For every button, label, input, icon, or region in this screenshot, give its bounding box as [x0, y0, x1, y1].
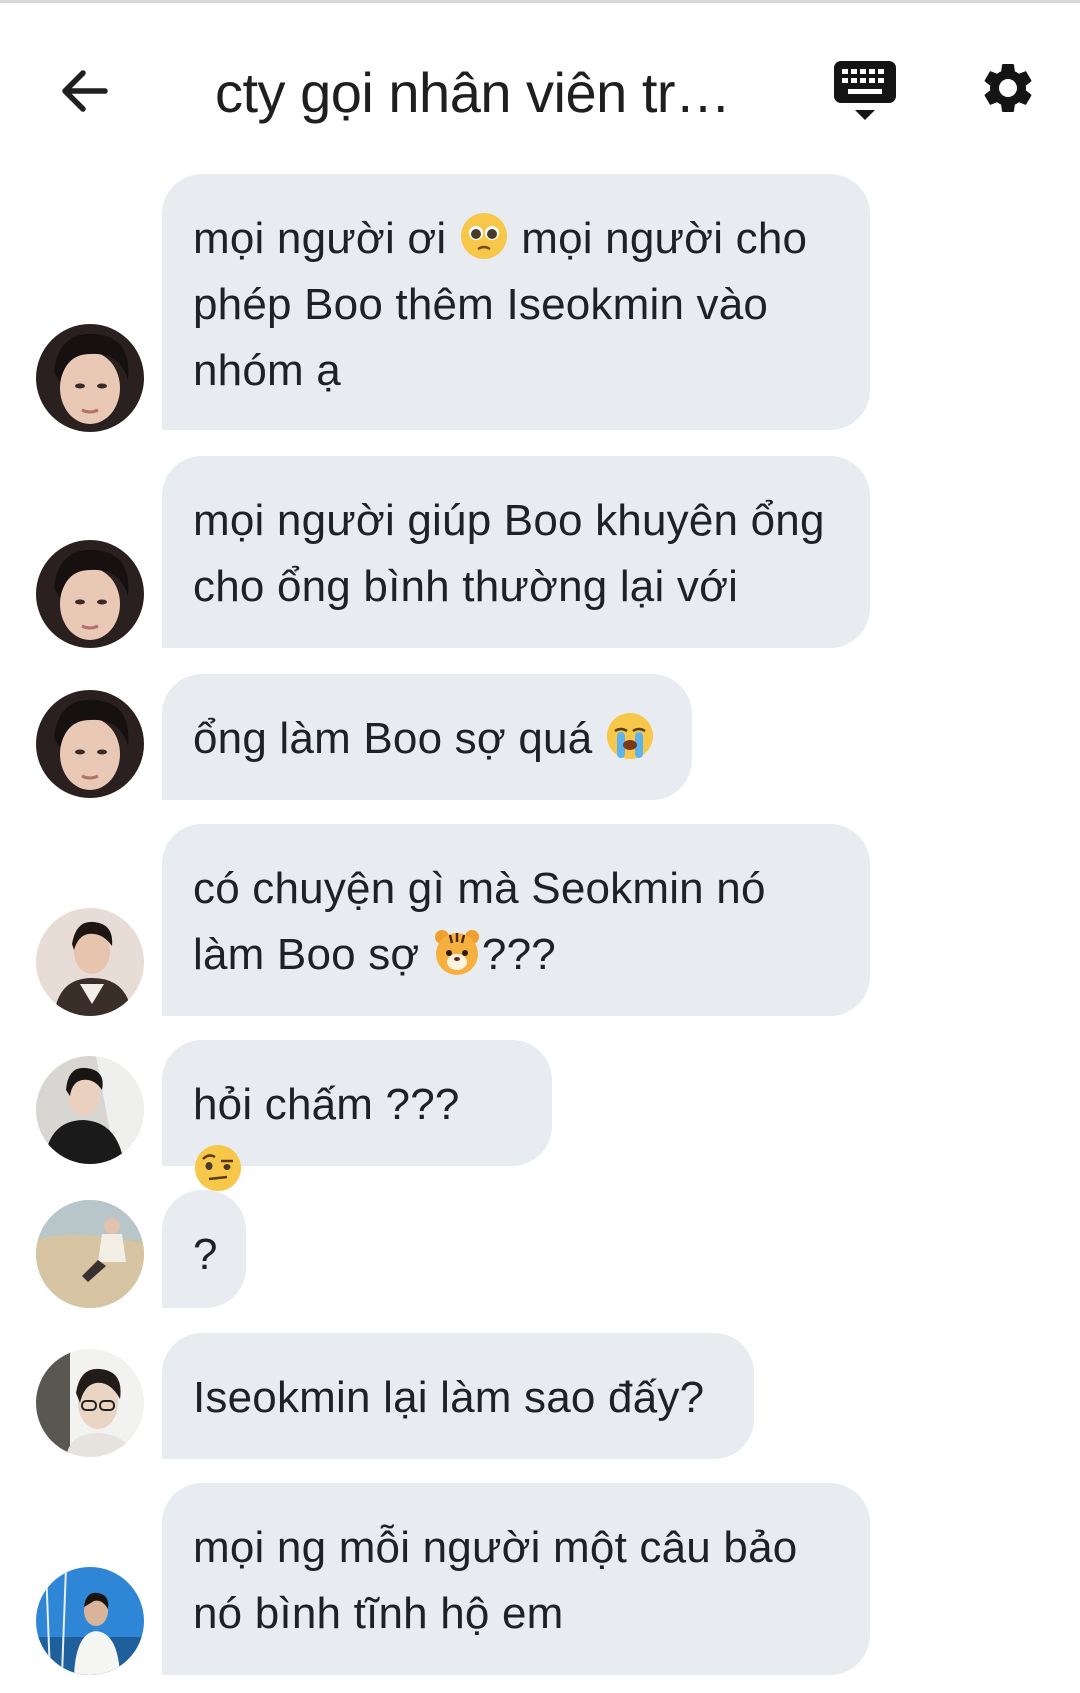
message-text: mọi người giúp Boo khuyên ổng cho ổng bì…	[193, 496, 825, 611]
gear-icon	[984, 63, 1032, 112]
avatar-f-image	[36, 1567, 144, 1675]
pleading-face-emoji	[460, 213, 507, 259]
message-bubble[interactable]: mọi ng mỗi người một câu bảo nó bình tĩn…	[162, 1483, 870, 1675]
avatar-c-image	[36, 1056, 144, 1164]
tiger-face-emoji	[434, 930, 479, 975]
avatar-a-image	[36, 324, 144, 432]
message-bubble[interactable]: hỏi chấm ???	[162, 1040, 552, 1191]
message-text: ổng làm Boo sợ quá	[193, 714, 605, 763]
avatar[interactable]	[36, 324, 144, 432]
face-with-raised-eyebrow-emoji	[195, 1145, 241, 1191]
avatar-a-image	[36, 690, 144, 798]
message-bubble[interactable]: có chuyện gì mà Seokmin nó làm Boo sợ ??…	[162, 824, 870, 1016]
chat-header: cty gọi nhân viên trả…	[0, 3, 1080, 163]
keyboard-icon	[834, 61, 896, 120]
message-bubble[interactable]: Iseokmin lại làm sao đấy?	[162, 1333, 754, 1459]
message-text: ???	[481, 930, 556, 979]
arrow-left-icon	[62, 70, 108, 112]
message-text: hỏi chấm ???	[193, 1080, 460, 1129]
avatar-b-image	[36, 908, 144, 1016]
message-text: ?	[193, 1230, 218, 1279]
message-bubble[interactable]: mọi người giúp Boo khuyên ổng cho ổng bì…	[162, 456, 870, 648]
keyboard-button[interactable]	[833, 60, 897, 124]
message-bubble[interactable]: ?	[162, 1190, 246, 1308]
back-button[interactable]	[55, 61, 115, 121]
loudly-crying-face-emoji	[606, 713, 653, 759]
chat-title: cty gọi nhân viên trả…	[215, 61, 745, 124]
avatar[interactable]	[36, 1567, 144, 1675]
message-text: mọi ng mỗi người một câu bảo nó bình tĩn…	[193, 1523, 798, 1638]
message-bubble[interactable]: mọi người ơi mọi người cho phép Boo thêm…	[162, 174, 870, 430]
avatar[interactable]	[36, 1200, 144, 1308]
settings-button[interactable]	[978, 58, 1038, 118]
message-bubble[interactable]: ổng làm Boo sợ quá	[162, 674, 692, 800]
avatar-e-image	[36, 1349, 144, 1457]
avatar[interactable]	[36, 1056, 144, 1164]
avatar[interactable]	[36, 690, 144, 798]
avatar-d-image	[36, 1200, 144, 1308]
avatar[interactable]	[36, 1349, 144, 1457]
avatar-a-image	[36, 540, 144, 648]
message-text: mọi người ơi	[193, 214, 459, 263]
avatar[interactable]	[36, 540, 144, 648]
message-text: Iseokmin lại làm sao đấy?	[193, 1373, 705, 1422]
avatar[interactable]	[36, 908, 144, 1016]
